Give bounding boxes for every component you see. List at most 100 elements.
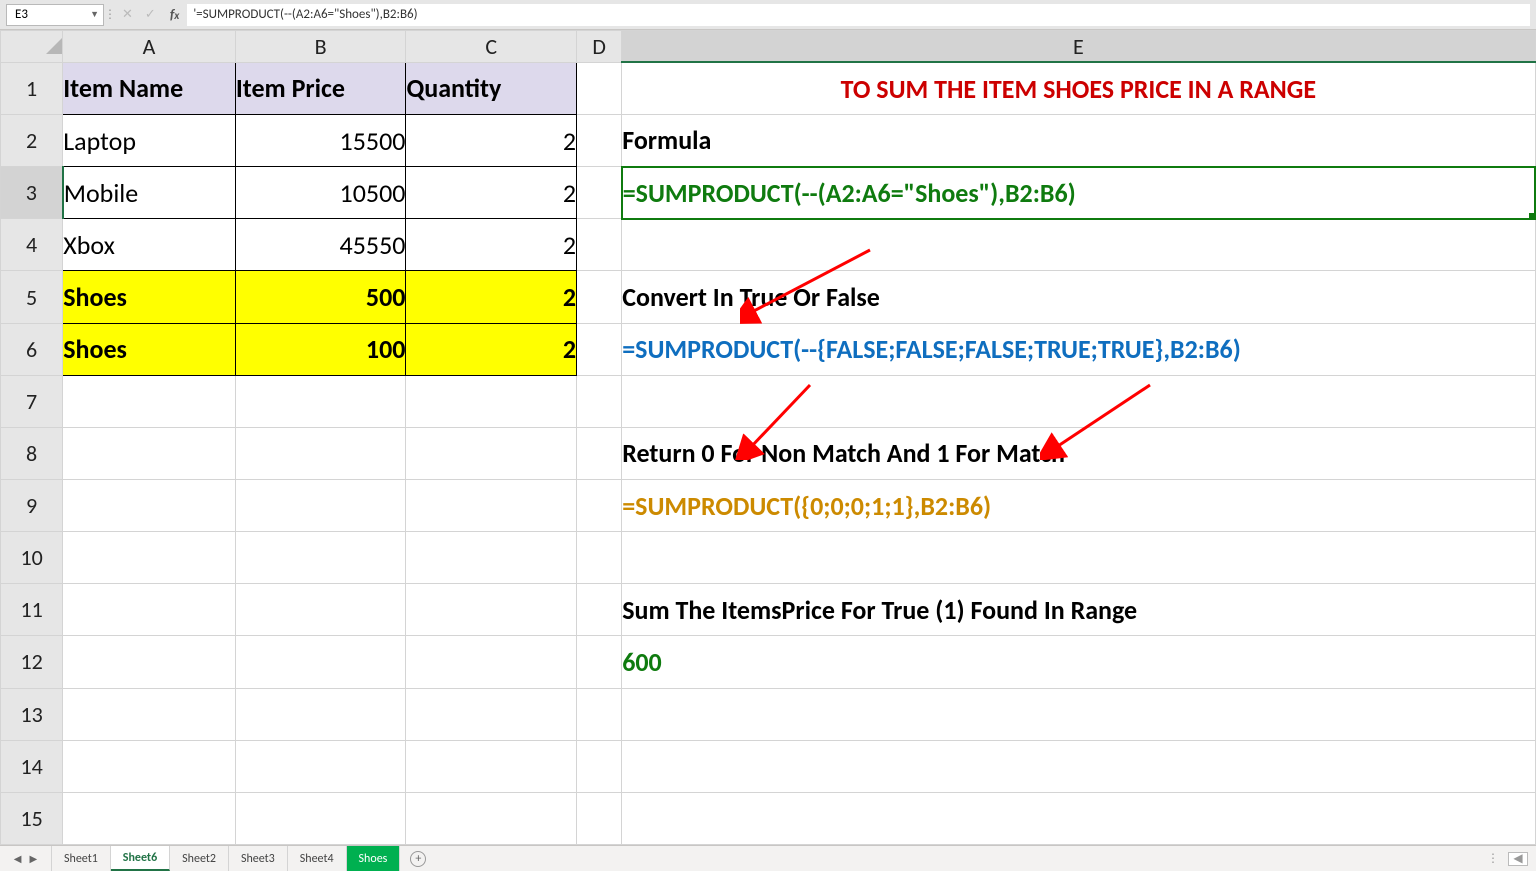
chevron-down-icon[interactable]: ▼ bbox=[90, 9, 99, 20]
cell-D4[interactable] bbox=[577, 219, 622, 271]
cell-D5[interactable] bbox=[577, 271, 622, 323]
cell-C14[interactable] bbox=[406, 740, 577, 792]
cell-B4[interactable]: 45550 bbox=[235, 219, 406, 271]
cell-B14[interactable] bbox=[235, 740, 406, 792]
cell-A13[interactable] bbox=[63, 688, 236, 740]
cell-E5[interactable]: Convert In True Or False bbox=[622, 271, 1535, 323]
cell-B11[interactable] bbox=[235, 584, 406, 636]
cell-A11[interactable] bbox=[63, 584, 236, 636]
sheet-tab-sheet1[interactable]: Sheet1 bbox=[52, 846, 111, 871]
cell-A4[interactable]: Xbox bbox=[63, 219, 236, 271]
cell-D8[interactable] bbox=[577, 427, 622, 479]
sheet-nav[interactable]: ◀▶ bbox=[0, 846, 52, 871]
cell-B13[interactable] bbox=[235, 688, 406, 740]
cell-E11[interactable]: Sum The ItemsPrice For True (1) Found In… bbox=[622, 584, 1535, 636]
cell-C5[interactable]: 2 bbox=[406, 271, 577, 323]
cell-E14[interactable] bbox=[622, 740, 1535, 792]
enter-icon[interactable]: ✓ bbox=[139, 7, 162, 22]
cell-B1[interactable]: Item Price bbox=[235, 62, 406, 114]
row-header-13[interactable]: 13 bbox=[1, 688, 63, 740]
cell-B7[interactable] bbox=[235, 375, 406, 427]
formula-input[interactable] bbox=[187, 4, 1530, 26]
cell-C11[interactable] bbox=[406, 584, 577, 636]
fx-icon[interactable]: fx bbox=[162, 6, 188, 23]
row-header-10[interactable]: 10 bbox=[1, 532, 63, 584]
cell-E13[interactable] bbox=[622, 688, 1535, 740]
row-header-2[interactable]: 2 bbox=[1, 115, 63, 167]
sheet-tab-sheet3[interactable]: Sheet3 bbox=[229, 846, 288, 871]
row-header-7[interactable]: 7 bbox=[1, 375, 63, 427]
cell-E8[interactable]: Return 0 For Non Match And 1 For Match bbox=[622, 427, 1535, 479]
cell-B9[interactable] bbox=[235, 480, 406, 532]
add-sheet-button[interactable]: + bbox=[400, 846, 436, 871]
sheet-tab-sheet6[interactable]: Sheet6 bbox=[111, 846, 170, 871]
cell-E4[interactable] bbox=[622, 219, 1535, 271]
cell-A1[interactable]: Item Name bbox=[63, 62, 236, 114]
cell-D14[interactable] bbox=[577, 740, 622, 792]
cell-B6[interactable]: 100 bbox=[235, 323, 406, 375]
cell-C13[interactable] bbox=[406, 688, 577, 740]
cell-A2[interactable]: Laptop bbox=[63, 115, 236, 167]
cell-B3[interactable]: 10500 bbox=[235, 167, 406, 219]
cell-C3[interactable]: 2 bbox=[406, 167, 577, 219]
cell-C10[interactable] bbox=[406, 532, 577, 584]
cell-D10[interactable] bbox=[577, 532, 622, 584]
cell-C15[interactable] bbox=[406, 792, 577, 844]
row-header-3[interactable]: 3 bbox=[1, 167, 63, 219]
cell-C2[interactable]: 2 bbox=[406, 115, 577, 167]
cell-E2[interactable]: Formula bbox=[622, 115, 1535, 167]
cell-E6[interactable]: =SUMPRODUCT(--{FALSE;FALSE;FALSE;TRUE;TR… bbox=[622, 323, 1535, 375]
cell-A7[interactable] bbox=[63, 375, 236, 427]
cell-C9[interactable] bbox=[406, 480, 577, 532]
sheet-tab-sheet4[interactable]: Sheet4 bbox=[288, 846, 347, 871]
column-header-B[interactable]: B bbox=[235, 31, 406, 63]
cell-A10[interactable] bbox=[63, 532, 236, 584]
column-header-D[interactable]: D bbox=[577, 31, 622, 63]
row-header-1[interactable]: 1 bbox=[1, 62, 63, 114]
row-header-4[interactable]: 4 bbox=[1, 219, 63, 271]
row-header-11[interactable]: 11 bbox=[1, 584, 63, 636]
row-header-6[interactable]: 6 bbox=[1, 323, 63, 375]
sheet-tab-shoes[interactable]: Shoes bbox=[347, 846, 401, 871]
cell-B5[interactable]: 500 bbox=[235, 271, 406, 323]
cell-E10[interactable] bbox=[622, 532, 1535, 584]
cell-D3[interactable] bbox=[577, 167, 622, 219]
cell-C12[interactable] bbox=[406, 636, 577, 688]
cell-A5[interactable]: Shoes bbox=[63, 271, 236, 323]
row-header-9[interactable]: 9 bbox=[1, 480, 63, 532]
cell-A3[interactable]: Mobile bbox=[63, 167, 236, 219]
cell-B15[interactable] bbox=[235, 792, 406, 844]
column-header-E[interactable]: E bbox=[622, 31, 1535, 63]
row-header-12[interactable]: 12 bbox=[1, 636, 63, 688]
cell-D2[interactable] bbox=[577, 115, 622, 167]
cell-E3[interactable]: =SUMPRODUCT(--(A2:A6="Shoes"),B2:B6) bbox=[622, 167, 1535, 219]
cell-A8[interactable] bbox=[63, 427, 236, 479]
cell-C7[interactable] bbox=[406, 375, 577, 427]
row-header-14[interactable]: 14 bbox=[1, 740, 63, 792]
column-header-A[interactable]: A bbox=[63, 31, 236, 63]
sheet-tab-sheet2[interactable]: Sheet2 bbox=[170, 846, 229, 871]
cell-D7[interactable] bbox=[577, 375, 622, 427]
cell-B2[interactable]: 15500 bbox=[235, 115, 406, 167]
cell-C4[interactable]: 2 bbox=[406, 219, 577, 271]
cell-D15[interactable] bbox=[577, 792, 622, 844]
select-all-corner[interactable] bbox=[1, 31, 63, 63]
cancel-icon[interactable]: ✕ bbox=[116, 7, 139, 22]
cell-B12[interactable] bbox=[235, 636, 406, 688]
cell-E7[interactable] bbox=[622, 375, 1535, 427]
scroll-left-button[interactable]: ◀ bbox=[1508, 852, 1528, 866]
cell-D12[interactable] bbox=[577, 636, 622, 688]
cell-D1[interactable] bbox=[577, 62, 622, 114]
row-header-8[interactable]: 8 bbox=[1, 427, 63, 479]
cell-C1[interactable]: Quantity bbox=[406, 62, 577, 114]
name-box[interactable]: ▼ bbox=[6, 4, 104, 26]
cell-A9[interactable] bbox=[63, 480, 236, 532]
cell-D11[interactable] bbox=[577, 584, 622, 636]
cell-E12[interactable]: 600 bbox=[622, 636, 1535, 688]
cell-D9[interactable] bbox=[577, 480, 622, 532]
cell-B8[interactable] bbox=[235, 427, 406, 479]
cell-D6[interactable] bbox=[577, 323, 622, 375]
cell-C6[interactable]: 2 bbox=[406, 323, 577, 375]
cell-A15[interactable] bbox=[63, 792, 236, 844]
name-box-input[interactable] bbox=[13, 6, 97, 23]
